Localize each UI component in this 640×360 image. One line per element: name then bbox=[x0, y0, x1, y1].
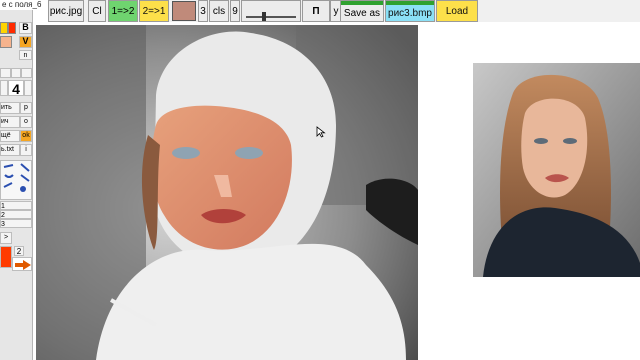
v-button[interactable]: V bbox=[19, 36, 32, 48]
panel-cell-b[interactable] bbox=[11, 68, 21, 78]
txt-button[interactable]: ь.txt bbox=[0, 144, 20, 156]
drawing-canvas[interactable] bbox=[36, 25, 418, 360]
reference-left-eye bbox=[534, 138, 548, 144]
apply-button[interactable]: ить bbox=[0, 102, 20, 114]
b-button[interactable]: B bbox=[19, 22, 32, 34]
swatch-yellow[interactable] bbox=[0, 22, 8, 34]
reference-right-eye bbox=[563, 138, 577, 144]
load-button[interactable]: Load bbox=[436, 0, 478, 22]
save-as-button[interactable]: Save as bbox=[340, 0, 384, 22]
vse-button[interactable]: щё bbox=[0, 130, 20, 142]
reference-portrait bbox=[473, 63, 640, 277]
canvas-painting bbox=[36, 25, 418, 360]
cls-button[interactable]: cls bbox=[209, 0, 229, 22]
row-1[interactable]: 1 bbox=[0, 201, 32, 210]
row-2[interactable]: 2 bbox=[0, 210, 32, 219]
brush-tools bbox=[0, 160, 32, 200]
window-title: е с поля_6 bbox=[2, 0, 42, 9]
color-indicator[interactable] bbox=[0, 246, 12, 268]
mouse-cursor-icon bbox=[316, 126, 326, 138]
brush-size-value: 3 bbox=[198, 0, 208, 22]
left-eye bbox=[172, 147, 200, 159]
file-name-button[interactable]: рис.jpg bbox=[48, 0, 84, 22]
p-button[interactable]: П bbox=[302, 0, 330, 22]
size-slider[interactable] bbox=[241, 0, 301, 22]
brush-tools-icon[interactable] bbox=[1, 161, 32, 200]
filename2-bar bbox=[386, 1, 434, 5]
panel-cell-c[interactable] bbox=[21, 68, 32, 78]
ich-button[interactable]: ич bbox=[0, 116, 20, 128]
n-button[interactable]: n bbox=[19, 50, 32, 60]
i-button[interactable]: i bbox=[20, 144, 32, 156]
swatch-red[interactable] bbox=[8, 22, 16, 34]
swap-2-to-1-button[interactable]: 2=>1 bbox=[139, 0, 169, 22]
swap-1-to-2-button[interactable]: 1=>2 bbox=[108, 0, 138, 22]
reference-photo bbox=[473, 63, 640, 277]
slider-thumb[interactable] bbox=[262, 12, 266, 21]
toolbar: рис.jpg Cl 1=>2 2=>1 3 cls 9 П у т Save … bbox=[48, 0, 640, 22]
p-small-button[interactable]: p bbox=[20, 102, 32, 114]
save-as-bar bbox=[341, 1, 383, 5]
arrow-right-small-button[interactable]: > bbox=[0, 232, 12, 244]
current-color-swatch[interactable] bbox=[172, 1, 196, 21]
filename2-label: рис3.bmp bbox=[388, 7, 432, 19]
o-button[interactable]: o bbox=[20, 116, 32, 128]
right-eye bbox=[235, 147, 263, 159]
filename2-button[interactable]: рис3.bmp bbox=[385, 0, 435, 22]
cl-button[interactable]: Cl bbox=[88, 0, 106, 22]
swatch-skin[interactable] bbox=[0, 36, 12, 48]
nine-value: 9 bbox=[230, 0, 240, 22]
panel-cell-d[interactable] bbox=[0, 80, 8, 96]
left-tool-panel: B V n 4 ить p ич o щё ok ь.txt i 1 2 3 >… bbox=[0, 10, 33, 360]
panel-cell-a[interactable] bbox=[0, 68, 11, 78]
panel-cell-e[interactable] bbox=[24, 80, 32, 96]
arrow-right-icon bbox=[15, 260, 31, 270]
play-arrow-button[interactable] bbox=[12, 257, 32, 271]
save-as-label: Save as bbox=[343, 7, 381, 19]
row-3[interactable]: 3 bbox=[0, 219, 32, 228]
two-button[interactable]: 2 bbox=[14, 246, 24, 256]
big-number-display: 4 bbox=[8, 80, 24, 96]
ok-button[interactable]: ok bbox=[20, 130, 32, 142]
slider-track bbox=[246, 16, 296, 18]
